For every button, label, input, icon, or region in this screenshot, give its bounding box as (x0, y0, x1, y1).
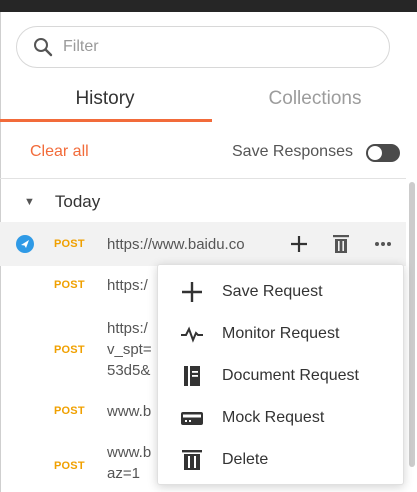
more-options-icon[interactable] (374, 241, 392, 247)
add-icon[interactable] (290, 235, 308, 253)
request-url-line: 53d5& (107, 362, 151, 379)
request-context-menu: Save Request Monitor Request Document Re… (157, 264, 404, 485)
search-input[interactable] (63, 38, 363, 56)
history-group-today[interactable]: ▼ Today (24, 190, 100, 214)
method-badge: POST (54, 238, 85, 250)
method-badge: POST (54, 344, 85, 356)
request-url-line: www.b (107, 444, 152, 461)
request-url: www.b (107, 403, 152, 420)
trash-icon[interactable] (333, 235, 349, 253)
mock-server-icon (181, 412, 203, 425)
method-badge: POST (54, 460, 85, 472)
method-badge: POST (54, 405, 85, 417)
save-responses-label: Save Responses (232, 143, 353, 160)
toolbar-divider (0, 178, 406, 179)
scrollbar[interactable] (409, 182, 415, 467)
menu-item-mock-request[interactable]: Mock Request (158, 397, 403, 439)
history-toolbar: Clear all Save Responses (0, 136, 417, 170)
search-icon (34, 38, 53, 57)
tab-history[interactable]: History (0, 78, 210, 122)
request-url-line: v_spt= (107, 341, 152, 358)
active-tab-indicator (0, 119, 212, 122)
menu-item-monitor-request[interactable]: Monitor Request (158, 313, 403, 355)
request-url-line: https:/ (107, 320, 148, 337)
request-url: https://www.baidu.co (107, 236, 245, 253)
save-responses-toggle[interactable] (366, 144, 400, 162)
menu-item-delete[interactable]: Delete (158, 439, 403, 481)
request-url-line: az=1 (107, 465, 140, 482)
monitor-pulse-icon (181, 326, 203, 343)
menu-item-save-request[interactable]: Save Request (158, 271, 403, 313)
tab-collections[interactable]: Collections (210, 78, 417, 122)
search-box[interactable] (16, 26, 390, 68)
history-row[interactable]: POST https://www.baidu.co (0, 222, 406, 266)
plus-icon (182, 282, 202, 302)
caret-down-icon: ▼ (24, 196, 35, 208)
window-top-strip (0, 0, 417, 12)
group-label: Today (54, 192, 101, 211)
toggle-knob (368, 146, 382, 160)
sync-status-icon (16, 235, 34, 253)
document-icon (184, 366, 200, 386)
request-url: https:/ (107, 277, 148, 294)
method-badge: POST (54, 279, 85, 291)
clear-all-link[interactable]: Clear all (30, 143, 89, 161)
menu-item-document-request[interactable]: Document Request (158, 355, 403, 397)
sidebar-tabs: History Collections (0, 78, 417, 122)
trash-icon (182, 450, 202, 470)
